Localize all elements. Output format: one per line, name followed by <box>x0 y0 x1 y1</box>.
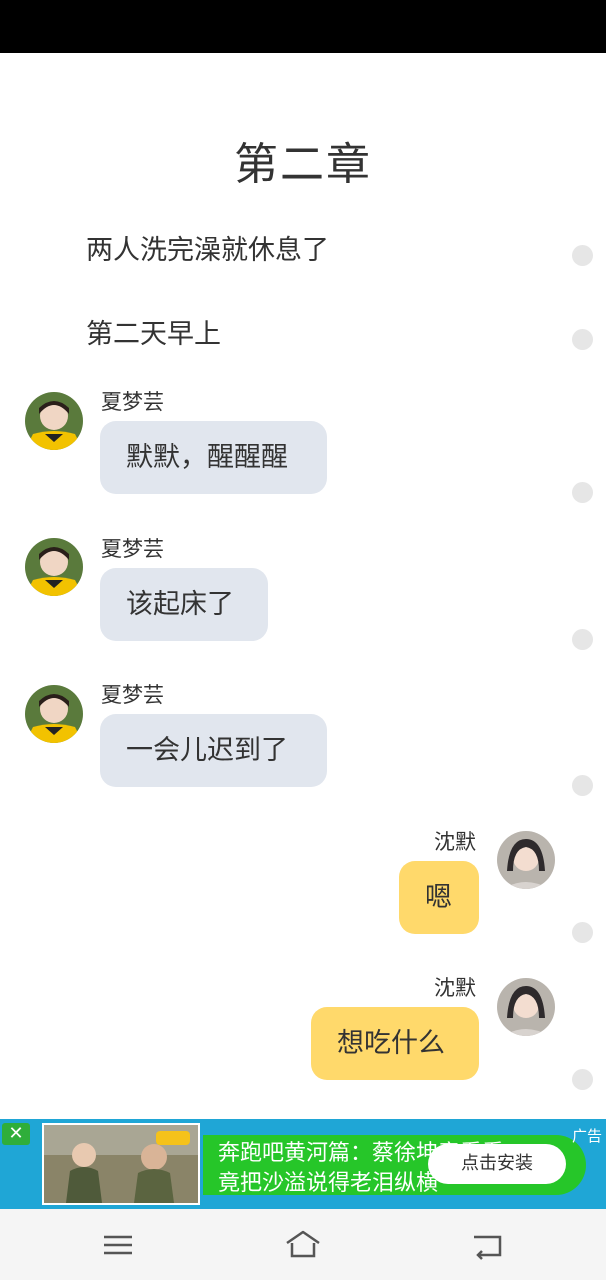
back-icon[interactable] <box>468 1227 508 1263</box>
speaker-name: 夏梦芸 <box>101 537 164 561</box>
progress-dot <box>572 1069 593 1090</box>
avatar-girl-icon <box>25 538 83 596</box>
avatar[interactable] <box>25 538 83 596</box>
install-button[interactable]: 点击安装 <box>428 1144 566 1184</box>
message-bubble: 该起床了 <box>100 568 268 641</box>
ad-image[interactable] <box>42 1123 200 1205</box>
narration-line-2: 第二天早上 <box>86 319 221 350</box>
close-icon[interactable]: ✕ <box>2 1123 30 1145</box>
avatar[interactable] <box>497 831 555 889</box>
speaker-name: 沈默 <box>434 976 476 1000</box>
speaker-name: 夏梦芸 <box>101 683 164 707</box>
progress-dot <box>572 245 593 266</box>
system-nav-bar <box>0 1209 606 1280</box>
avatar-girl-icon <box>25 392 83 450</box>
avatar-girl-icon <box>25 685 83 743</box>
message-bubble: 默默，醒醒醒 <box>100 421 327 494</box>
chapter-title: 第二章 <box>234 139 372 190</box>
menu-icon[interactable] <box>98 1227 138 1263</box>
progress-dot <box>572 629 593 650</box>
avatar-girl-icon <box>497 831 555 889</box>
message-bubble: 想吃什么 <box>311 1007 479 1080</box>
home-icon[interactable] <box>283 1227 323 1263</box>
progress-dot <box>572 775 593 796</box>
progress-dot <box>572 922 593 943</box>
narration-line-1: 两人洗完澡就休息了 <box>86 235 329 266</box>
avatar-girl-icon <box>497 978 555 1036</box>
ad-tag: 广告 <box>571 1127 602 1145</box>
speaker-name: 沈默 <box>434 830 476 854</box>
message-bubble: 一会儿迟到了 <box>100 714 327 787</box>
speaker-name: 夏梦芸 <box>101 390 164 414</box>
avatar[interactable] <box>25 685 83 743</box>
progress-dot <box>572 329 593 350</box>
message-bubble: 嗯 <box>399 861 479 934</box>
avatar[interactable] <box>25 392 83 450</box>
progress-dot <box>572 482 593 503</box>
status-bar <box>0 0 606 53</box>
avatar[interactable] <box>497 978 555 1036</box>
ad-subline: 竟把沙溢说得老泪纵横 <box>218 1171 439 1196</box>
ad-banner[interactable]: ✕ 奔跑吧黄河篇：蔡徐坤竟看看 竟把沙溢说得老泪纵横 点击安装 广告 <box>0 1119 606 1209</box>
